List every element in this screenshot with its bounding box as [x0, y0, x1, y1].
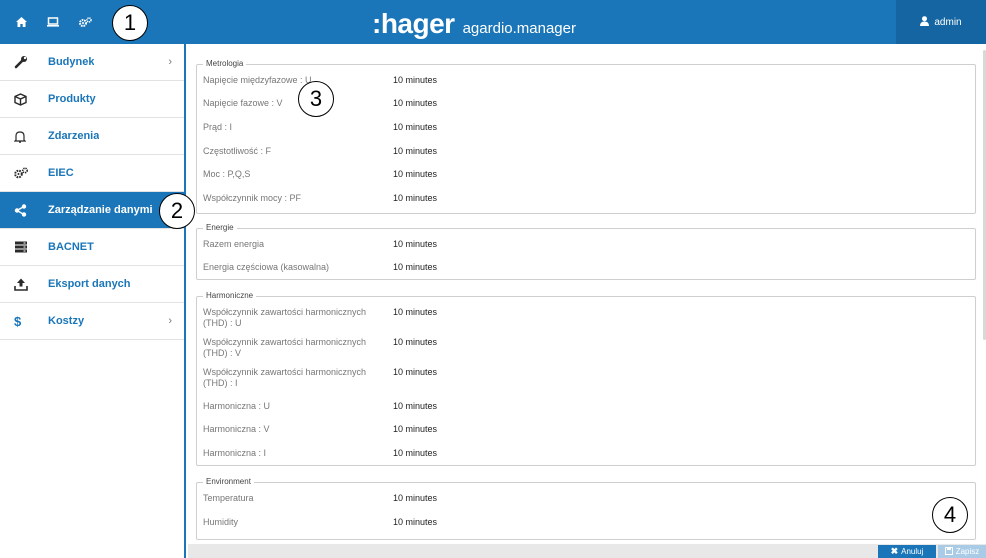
sidebar-item-label: Eksport danych: [48, 278, 131, 290]
setting-label: Napięcie międzyfazowe : U: [203, 75, 312, 85]
setting-value[interactable]: 10 minutes: [393, 493, 437, 503]
close-icon: ✖: [890, 546, 899, 556]
setting-value[interactable]: 10 minutes: [393, 424, 437, 434]
sidebar-item-label: Kostzy: [48, 315, 85, 327]
setting-value[interactable]: 10 minutes: [393, 75, 437, 85]
sidebar-item-eksport-danych[interactable]: Eksport danych: [0, 266, 184, 303]
setting-value[interactable]: 10 minutes: [393, 169, 437, 179]
sidebar-item-label: Produkty: [48, 93, 96, 105]
footer-bar: ✖ Anuluj Zapisz: [188, 544, 986, 558]
sidebar-item-zdarzenia[interactable]: Zdarzenia: [0, 118, 184, 155]
setting-value[interactable]: 10 minutes: [393, 517, 437, 527]
top-nav-icons: [0, 0, 186, 44]
setting-value[interactable]: 10 minutes: [393, 239, 437, 249]
sidebar-item-label: EIEC: [48, 167, 74, 179]
settings-gears-icon[interactable]: [79, 16, 92, 28]
legend-energie: Energie: [203, 223, 237, 232]
legend-harmoniczne: Harmoniczne: [203, 291, 257, 300]
setting-value[interactable]: 10 minutes: [393, 448, 437, 458]
user-icon: [920, 15, 930, 29]
main-content: Metrologia Napięcie międzyfazowe : U 10 m…: [188, 44, 986, 544]
sidebar-item-label: Budynek: [48, 56, 95, 68]
setting-label: Energia częściowa (kasowalna): [203, 262, 330, 272]
setting-label: Napięcie fazowe : V: [203, 98, 283, 108]
fieldset-energie: Energie Razem energia 10 minutes Energia …: [196, 223, 976, 280]
setting-label: Współczynnik zawartości harmonicznych (T…: [203, 307, 367, 328]
setting-value[interactable]: 10 minutes: [393, 193, 437, 203]
user-menu[interactable]: admin: [896, 0, 986, 44]
save-icon: [944, 546, 953, 557]
hager-logo: :hager: [372, 8, 455, 39]
sidebar-item-kostzy[interactable]: $ Kostzy ›: [0, 303, 184, 340]
dollar-icon: $: [14, 313, 22, 329]
setting-label: Temperatura: [203, 493, 254, 503]
save-button[interactable]: Zapisz: [938, 545, 986, 558]
setting-label: Częstotliwość : F: [203, 146, 272, 156]
fieldset-environment: Environment Temperatura 10 minutes Humidi…: [196, 477, 976, 540]
sidebar-item-label: Zdarzenia: [48, 130, 100, 142]
box-icon: [14, 92, 36, 106]
gears-icon: [14, 167, 36, 179]
setting-label: Współczynnik zawartości harmonicznych (T…: [203, 337, 367, 358]
server-icon: [14, 241, 36, 253]
sidebar-item-eiec[interactable]: EIEC: [0, 155, 184, 192]
wrench-icon: [14, 55, 36, 69]
setting-value[interactable]: 10 minutes: [393, 401, 437, 411]
setting-label: Harmoniczna : I: [203, 448, 267, 458]
save-label: Zapisz: [955, 547, 980, 556]
setting-value[interactable]: 10 minutes: [393, 367, 437, 377]
sidebar-item-budynek[interactable]: Budynek ›: [0, 44, 184, 81]
chevron-right-icon: ›: [168, 315, 172, 327]
callout-2: 2: [159, 193, 195, 229]
setting-label: Współczynnik zawartości harmonicznych (T…: [203, 367, 367, 388]
sidebar-item-produkty[interactable]: Produkty: [0, 81, 184, 118]
setting-value[interactable]: 10 minutes: [393, 307, 437, 317]
sidebar-item-bacnet[interactable]: BACNET: [0, 229, 184, 266]
upload-icon: [14, 278, 36, 291]
callout-1: 1: [112, 5, 148, 41]
sidebar-item-zarzadzanie-danymi[interactable]: Zarządzanie danymi: [0, 192, 184, 229]
setting-label: Prąd : I: [203, 122, 233, 132]
fieldset-harmoniczne: Harmoniczne Współczynnik zawartości harm…: [196, 291, 976, 466]
home-icon[interactable]: [16, 17, 27, 27]
monitor-icon[interactable]: [47, 17, 59, 27]
brand: :hager agardio.manager: [372, 8, 576, 40]
share-icon: [14, 203, 36, 217]
cancel-label: Anuluj: [901, 547, 924, 556]
setting-label: Harmoniczna : U: [203, 401, 271, 411]
callout-4: 4: [932, 497, 968, 533]
setting-label: Współczynnik mocy : PF: [203, 193, 302, 203]
setting-label: Razem energia: [203, 239, 265, 249]
chevron-right-icon: ›: [168, 56, 172, 68]
cancel-button[interactable]: ✖ Anuluj: [878, 545, 936, 558]
setting-value[interactable]: 10 minutes: [393, 262, 437, 272]
sidebar-item-label: Zarządzanie danymi: [48, 204, 153, 216]
setting-label: Moc : P,Q,S: [203, 169, 251, 179]
setting-value[interactable]: 10 minutes: [393, 146, 437, 156]
legend-metrologia: Metrologia: [203, 59, 247, 68]
legend-environment: Environment: [203, 477, 254, 486]
setting-value[interactable]: 10 minutes: [393, 98, 437, 108]
sidebar-item-label: BACNET: [48, 241, 94, 253]
product-name: agardio.manager: [462, 20, 576, 37]
setting-value[interactable]: 10 minutes: [393, 122, 437, 132]
sidebar: Budynek › Produkty Zdarzenia EIEC Zarząd…: [0, 44, 186, 558]
user-name: admin: [934, 16, 962, 28]
setting-label: Harmoniczna : V: [203, 424, 270, 434]
setting-label: Humidity: [203, 517, 239, 527]
setting-value[interactable]: 10 minutes: [393, 337, 437, 347]
bell-icon: [14, 130, 36, 143]
callout-3: 3: [298, 81, 334, 117]
